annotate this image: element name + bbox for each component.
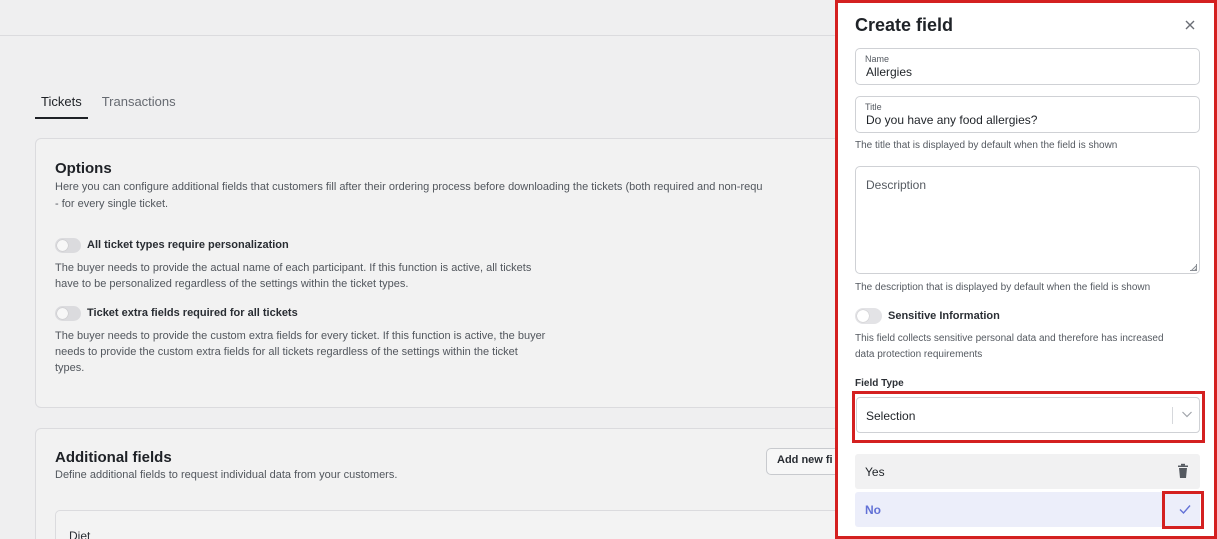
name-input[interactable] [866,65,1186,79]
option-label: Yes [865,465,885,479]
option-row-yes[interactable]: Yes [855,454,1200,489]
field-type-value: Selection [866,409,916,423]
field-type-label: Field Type [855,378,904,389]
close-icon[interactable] [1182,17,1198,33]
option-row-no[interactable]: No [855,492,1200,527]
title-hint: The title that is displayed by default w… [855,140,1118,151]
trash-icon[interactable] [1176,463,1190,479]
select-separator [1172,407,1173,424]
description-textarea[interactable]: Description [855,166,1200,274]
drawer-title: Create field [855,15,954,35]
chevron-down-icon[interactable] [1179,406,1195,422]
title-field-label: Title [865,102,882,112]
option-label[interactable]: No [865,503,881,517]
resize-grip-icon[interactable] [1190,264,1197,271]
sensitive-information-label: Sensitive Information [888,310,1000,322]
sensitive-hint-line2: data protection requirements [855,349,983,360]
title-field[interactable]: Title [855,96,1200,133]
description-hint: The description that is displayed by def… [855,282,1151,293]
sensitive-information-hint: This field collects sensitive personal d… [855,331,1203,363]
field-type-select[interactable]: Selection [856,397,1200,433]
name-field[interactable]: Name [855,48,1200,85]
check-icon[interactable] [1178,502,1192,516]
name-field-label: Name [865,54,890,64]
create-field-drawer: Create field Name Title The title that i… [835,0,1217,539]
sensitive-information-toggle[interactable] [855,308,882,324]
sensitive-hint-line1: This field collects sensitive personal d… [855,333,1164,344]
title-input[interactable] [866,113,1186,127]
description-placeholder: Description [866,178,927,192]
